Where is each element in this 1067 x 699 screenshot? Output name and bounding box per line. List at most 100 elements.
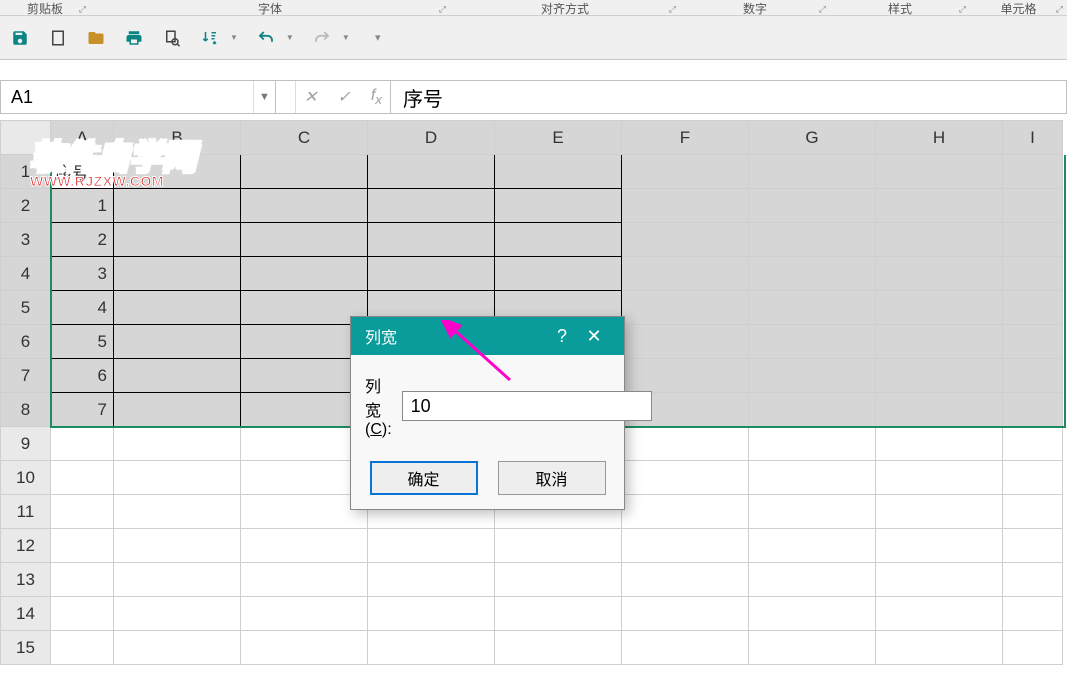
- cell[interactable]: [749, 563, 876, 597]
- row-header[interactable]: 7: [1, 359, 51, 393]
- cell[interactable]: [368, 563, 495, 597]
- col-header-a[interactable]: A: [51, 121, 114, 155]
- cell[interactable]: [495, 155, 622, 189]
- cell[interactable]: [241, 631, 368, 665]
- cell[interactable]: [368, 597, 495, 631]
- cell[interactable]: [241, 189, 368, 223]
- cell[interactable]: [622, 631, 749, 665]
- col-header-c[interactable]: C: [241, 121, 368, 155]
- cell[interactable]: [495, 563, 622, 597]
- cell[interactable]: [241, 597, 368, 631]
- row-header[interactable]: 1: [1, 155, 51, 189]
- row-header[interactable]: 13: [1, 563, 51, 597]
- cell[interactable]: [749, 631, 876, 665]
- cell[interactable]: [114, 189, 241, 223]
- cell[interactable]: [114, 155, 241, 189]
- cell[interactable]: [876, 427, 1003, 461]
- cell[interactable]: [749, 223, 876, 257]
- cell[interactable]: 7: [51, 393, 114, 427]
- cell[interactable]: [876, 529, 1003, 563]
- cell[interactable]: [1003, 155, 1063, 189]
- cell[interactable]: [1003, 495, 1063, 529]
- cell[interactable]: [622, 325, 749, 359]
- cell[interactable]: [876, 223, 1003, 257]
- cell[interactable]: [241, 223, 368, 257]
- dropdown-arrow-icon[interactable]: ▼: [230, 33, 238, 42]
- fx-icon[interactable]: fx: [371, 87, 382, 107]
- cell[interactable]: [114, 359, 241, 393]
- cell[interactable]: 4: [51, 291, 114, 325]
- chevron-down-icon[interactable]: ▼: [253, 81, 275, 113]
- cell[interactable]: [749, 257, 876, 291]
- cell[interactable]: [876, 257, 1003, 291]
- cell[interactable]: [622, 189, 749, 223]
- cell[interactable]: [241, 461, 368, 495]
- cell[interactable]: [876, 291, 1003, 325]
- cell[interactable]: 1: [51, 189, 114, 223]
- cell[interactable]: [51, 461, 114, 495]
- cell[interactable]: [876, 325, 1003, 359]
- cell[interactable]: 3: [51, 257, 114, 291]
- cell[interactable]: [495, 257, 622, 291]
- col-header-i[interactable]: I: [1003, 121, 1063, 155]
- cell[interactable]: [622, 461, 749, 495]
- col-header-g[interactable]: G: [749, 121, 876, 155]
- open-icon[interactable]: [86, 28, 106, 48]
- row-header[interactable]: 2: [1, 189, 51, 223]
- cell[interactable]: [622, 563, 749, 597]
- redo-icon[interactable]: [312, 28, 332, 48]
- cell[interactable]: [1003, 325, 1063, 359]
- row-header[interactable]: 8: [1, 393, 51, 427]
- cell[interactable]: [114, 291, 241, 325]
- cell[interactable]: [1003, 563, 1063, 597]
- accept-formula-icon[interactable]: ✓: [337, 87, 350, 107]
- cell[interactable]: [622, 155, 749, 189]
- cell[interactable]: [1003, 461, 1063, 495]
- row-header[interactable]: 6: [1, 325, 51, 359]
- cell[interactable]: [114, 393, 241, 427]
- cell[interactable]: [622, 223, 749, 257]
- cell[interactable]: [876, 597, 1003, 631]
- name-box[interactable]: A1 ▼: [1, 81, 276, 113]
- cell[interactable]: [1003, 189, 1063, 223]
- cell[interactable]: [368, 223, 495, 257]
- cell[interactable]: [495, 597, 622, 631]
- dialog-titlebar[interactable]: 列宽 ? ✕: [351, 317, 624, 355]
- cell[interactable]: [749, 291, 876, 325]
- col-header-d[interactable]: D: [368, 121, 495, 155]
- cell[interactable]: 6: [51, 359, 114, 393]
- col-header-b[interactable]: B: [114, 121, 241, 155]
- cell[interactable]: [749, 325, 876, 359]
- cell[interactable]: [1003, 393, 1063, 427]
- cell[interactable]: [749, 529, 876, 563]
- cell[interactable]: [368, 189, 495, 223]
- cell[interactable]: 5: [51, 325, 114, 359]
- cell[interactable]: [241, 325, 368, 359]
- cell[interactable]: [114, 223, 241, 257]
- cell[interactable]: [241, 529, 368, 563]
- cell[interactable]: [241, 495, 368, 529]
- sort-icon[interactable]: [200, 28, 220, 48]
- cell[interactable]: [495, 189, 622, 223]
- cell[interactable]: [368, 155, 495, 189]
- cell[interactable]: [51, 427, 114, 461]
- save-icon[interactable]: [10, 28, 30, 48]
- ok-button[interactable]: 确定: [370, 461, 478, 495]
- cell[interactable]: [114, 325, 241, 359]
- cell[interactable]: [114, 563, 241, 597]
- cell[interactable]: [749, 495, 876, 529]
- cell[interactable]: [622, 291, 749, 325]
- cell[interactable]: [622, 529, 749, 563]
- cell[interactable]: [876, 461, 1003, 495]
- cell[interactable]: [114, 495, 241, 529]
- quick-print-icon[interactable]: [124, 28, 144, 48]
- cell[interactable]: [622, 495, 749, 529]
- row-header[interactable]: 4: [1, 257, 51, 291]
- cell[interactable]: [241, 155, 368, 189]
- cell[interactable]: [114, 461, 241, 495]
- cell[interactable]: [241, 563, 368, 597]
- cell[interactable]: [876, 155, 1003, 189]
- col-header-e[interactable]: E: [495, 121, 622, 155]
- cell[interactable]: 2: [51, 223, 114, 257]
- row-header[interactable]: 5: [1, 291, 51, 325]
